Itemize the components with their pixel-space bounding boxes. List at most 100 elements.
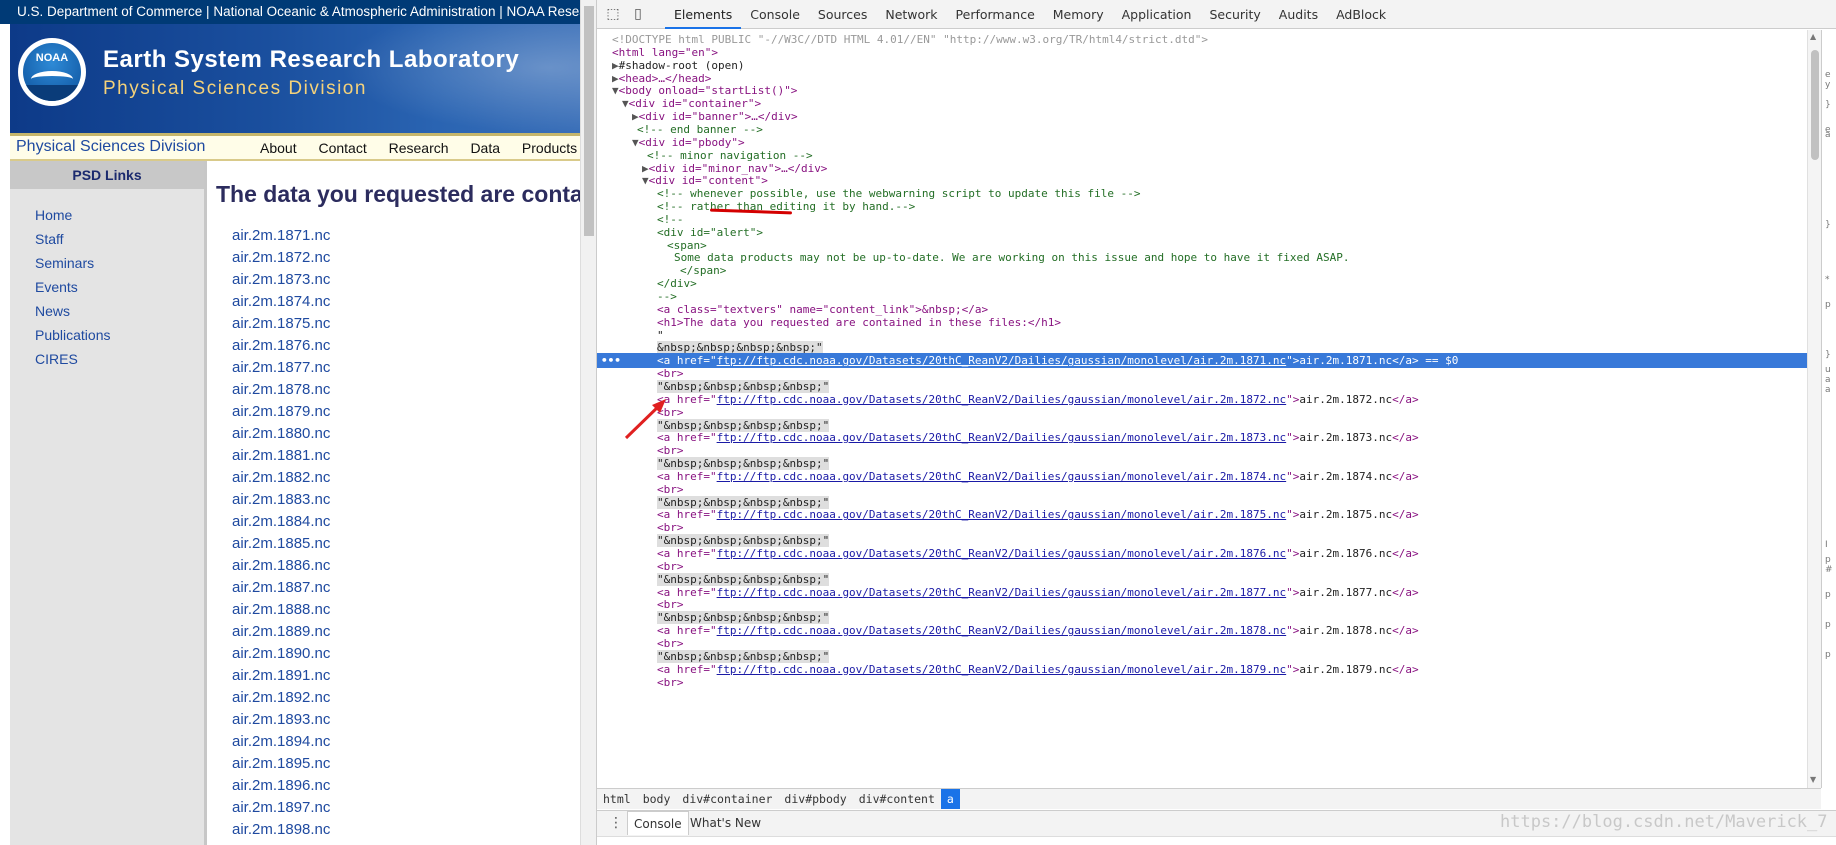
breadcrumb-item[interactable]: html bbox=[597, 789, 637, 809]
dom-tree: <!DOCTYPE html PUBLIC "-//W3C//DTD HTML … bbox=[597, 30, 1807, 788]
web-page: U.S. Department of Commerce | National O… bbox=[0, 0, 580, 845]
file-link[interactable]: air.2m.1885.nc bbox=[232, 533, 330, 555]
side-pane-char: * bbox=[1825, 275, 1830, 285]
main-nav: Physical Sciences Division About Contact… bbox=[10, 133, 580, 161]
file-link[interactable]: air.2m.1888.nc bbox=[232, 599, 330, 621]
drawer-tab-whats-new[interactable]: What's New bbox=[684, 811, 767, 835]
tab-network[interactable]: Network bbox=[876, 0, 946, 29]
file-link[interactable]: air.2m.1874.nc bbox=[232, 291, 330, 313]
file-link[interactable]: air.2m.1892.nc bbox=[232, 687, 330, 709]
file-link[interactable]: air.2m.1896.nc bbox=[232, 775, 330, 797]
file-link[interactable]: air.2m.1879.nc bbox=[232, 401, 330, 423]
noaa-logo[interactable]: NOAA bbox=[18, 38, 86, 106]
tab-application[interactable]: Application bbox=[1113, 0, 1201, 29]
breadcrumb: html body div#container div#pbody div#conten… bbox=[597, 788, 1821, 809]
side-pane-char: a bbox=[1825, 375, 1831, 385]
file-link[interactable]: air.2m.1878.nc bbox=[232, 379, 330, 401]
devtools-panel: ⬚ ▯ Elements Console Sources Network Perform… bbox=[596, 0, 1836, 845]
file-link[interactable]: air.2m.1881.nc bbox=[232, 445, 330, 467]
breadcrumb-item[interactable]: div#container bbox=[676, 789, 778, 809]
sidebar-link-events[interactable]: Events bbox=[35, 275, 204, 299]
banner-title: Earth System Research Laboratory bbox=[103, 46, 520, 73]
file-link[interactable]: air.2m.1882.nc bbox=[232, 467, 330, 489]
file-link[interactable]: air.2m.1893.nc bbox=[232, 709, 330, 731]
sidebar-link-cires[interactable]: CIRES bbox=[35, 347, 204, 371]
tab-performance[interactable]: Performance bbox=[947, 0, 1044, 29]
file-link[interactable]: air.2m.1873.nc bbox=[232, 269, 330, 291]
top-agency-bar: U.S. Department of Commerce | National O… bbox=[0, 0, 580, 24]
file-link[interactable]: air.2m.1886.nc bbox=[232, 555, 330, 577]
tab-audits[interactable]: Audits bbox=[1270, 0, 1327, 29]
file-link[interactable]: air.2m.1887.nc bbox=[232, 577, 330, 599]
side-pane-char: # bbox=[1825, 565, 1833, 575]
content-area: The data you requested are contained in … bbox=[216, 161, 580, 845]
tab-sources[interactable]: Sources bbox=[809, 0, 876, 29]
breadcrumb-item[interactable]: a bbox=[940, 789, 960, 809]
file-link[interactable]: air.2m.1883.nc bbox=[232, 489, 330, 511]
device-toolbar-icon[interactable]: ▯ bbox=[630, 6, 646, 22]
dom-node[interactable]: <br> bbox=[597, 675, 1807, 690]
sidebar-link-publications[interactable]: Publications bbox=[35, 323, 204, 347]
file-link[interactable]: air.2m.1877.nc bbox=[232, 357, 330, 379]
file-link[interactable]: air.2m.1897.nc bbox=[232, 797, 330, 819]
page-scrollbar[interactable] bbox=[580, 0, 596, 845]
nav-link-research[interactable]: Research bbox=[389, 140, 449, 156]
file-link[interactable]: air.2m.1872.nc bbox=[232, 247, 330, 269]
side-pane-char: a bbox=[1825, 385, 1831, 395]
devtools-tabs: Elements Console Sources Network Performance… bbox=[665, 0, 1395, 29]
side-pane-char: u bbox=[1825, 365, 1831, 375]
tab-console[interactable]: Console bbox=[741, 0, 809, 29]
scroll-down-icon[interactable]: ▼ bbox=[1810, 775, 1816, 784]
breadcrumb-item[interactable]: body bbox=[637, 789, 677, 809]
file-link[interactable]: air.2m.1884.nc bbox=[232, 511, 330, 533]
file-link[interactable]: air.2m.1880.nc bbox=[232, 423, 330, 445]
logo-text: NOAA bbox=[35, 52, 69, 64]
file-link[interactable]: air.2m.1871.nc bbox=[232, 225, 330, 247]
breadcrumb-item[interactable]: div#pbody bbox=[778, 789, 852, 809]
banner-subtitle: Physical Sciences Division bbox=[103, 78, 367, 99]
side-pane-char: p bbox=[1825, 555, 1831, 565]
file-link[interactable]: air.2m.1895.nc bbox=[232, 753, 330, 775]
file-link[interactable]: air.2m.1894.nc bbox=[232, 731, 330, 753]
sidebar-link-staff[interactable]: Staff bbox=[35, 227, 204, 251]
side-pane-char: a bbox=[1825, 130, 1831, 140]
file-list: air.2m.1871.nc air.2m.1872.nc air.2m.1873.… bbox=[232, 225, 330, 841]
side-pane-char: } bbox=[1825, 350, 1831, 360]
file-link[interactable]: air.2m.1898.nc bbox=[232, 819, 330, 841]
tab-memory[interactable]: Memory bbox=[1044, 0, 1113, 29]
sidebar-link-home[interactable]: Home bbox=[35, 203, 204, 227]
scroll-up-icon[interactable]: ▲ bbox=[1810, 32, 1816, 41]
page-heading: The data you requested are contained in … bbox=[216, 181, 580, 207]
side-pane-char: p bbox=[1825, 620, 1831, 630]
nav-link-products[interactable]: Products bbox=[522, 140, 577, 156]
file-link[interactable]: air.2m.1889.nc bbox=[232, 621, 330, 643]
styles-side-pane: e y} e a} * p} u a a Ip # p p p bbox=[1821, 30, 1836, 788]
nav-brand[interactable]: Physical Sciences Division bbox=[16, 138, 205, 156]
sidebar-link-seminars[interactable]: Seminars bbox=[35, 251, 204, 275]
sidebar-header: PSD Links bbox=[10, 161, 204, 189]
file-link[interactable]: air.2m.1875.nc bbox=[232, 313, 330, 335]
file-link[interactable]: air.2m.1891.nc bbox=[232, 665, 330, 687]
side-pane-char: p bbox=[1825, 300, 1831, 310]
tab-security[interactable]: Security bbox=[1200, 0, 1269, 29]
nav-link-about[interactable]: About bbox=[260, 140, 297, 156]
page-scroll-thumb[interactable] bbox=[584, 6, 594, 236]
file-link[interactable]: air.2m.1876.nc bbox=[232, 335, 330, 357]
tab-elements[interactable]: Elements bbox=[665, 0, 742, 29]
tab-adblock[interactable]: AdBlock bbox=[1327, 0, 1395, 29]
nav-link-data[interactable]: Data bbox=[470, 140, 500, 156]
dom-token: <br> bbox=[657, 675, 684, 689]
side-pane-char: y bbox=[1825, 80, 1831, 90]
nav-link-contact[interactable]: Contact bbox=[318, 140, 366, 156]
dom-scroll-thumb[interactable] bbox=[1811, 50, 1819, 160]
breadcrumb-item[interactable]: div#content bbox=[853, 789, 941, 809]
inspect-element-icon[interactable]: ⬚ bbox=[605, 6, 621, 22]
file-link[interactable]: air.2m.1890.nc bbox=[232, 643, 330, 665]
sidebar-link-news[interactable]: News bbox=[35, 299, 204, 323]
devtools-toolbar: ⬚ ▯ Elements Console Sources Network Perform… bbox=[597, 0, 1836, 29]
watermark: https://blog.csdn.net/Maverick_7 bbox=[1500, 812, 1828, 832]
drawer-menu-icon[interactable]: ⋮ bbox=[609, 815, 623, 831]
drawer-tab-console[interactable]: Console bbox=[627, 811, 689, 835]
dom-scrollbar[interactable]: ▲ ▼ bbox=[1807, 30, 1821, 788]
console-toolbar-strip bbox=[597, 836, 1836, 845]
